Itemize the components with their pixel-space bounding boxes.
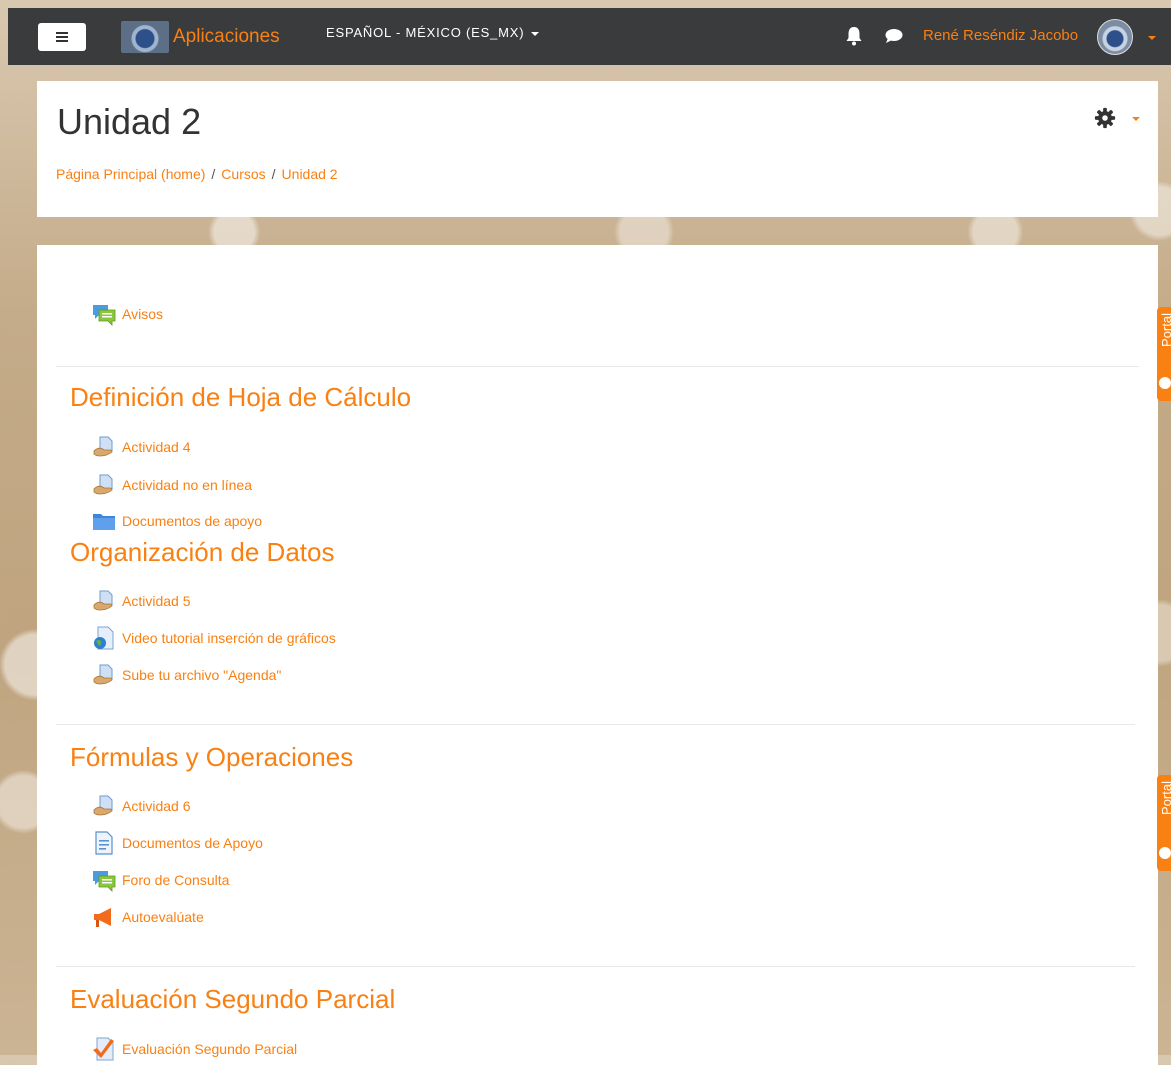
- activity-label: Actividad 4: [122, 439, 191, 455]
- folder-icon: [92, 509, 116, 533]
- activity-forum[interactable]: Foro de Consulta: [92, 868, 229, 892]
- assignment-icon: [92, 589, 116, 613]
- assignment-icon: [92, 663, 116, 687]
- bell-icon[interactable]: [846, 26, 862, 46]
- language-label: ESPAÑOL - MÉXICO (ES_MX): [326, 25, 525, 40]
- activity-folder[interactable]: Documentos de apoyo: [92, 509, 262, 533]
- quiz-icon: [92, 1037, 116, 1061]
- forum-icon: [92, 302, 116, 326]
- activity-quiz[interactable]: Evaluación Segundo Parcial: [92, 1037, 297, 1061]
- activity-label: Documentos de apoyo: [122, 513, 263, 529]
- url-icon: [92, 626, 116, 650]
- gear-icon[interactable]: [1094, 107, 1116, 129]
- activity-label: Sube tu archivo "Agenda": [122, 667, 282, 683]
- activity-url[interactable]: Video tutorial inserción de gráficos: [92, 626, 336, 650]
- activity-assignment[interactable]: Actividad no en línea: [92, 473, 252, 497]
- page-icon: [92, 831, 116, 855]
- forum-icon: [92, 868, 116, 892]
- activity-page[interactable]: Documentos de Apoyo: [92, 831, 263, 855]
- activity-feedback[interactable]: Autoevalúate: [92, 905, 204, 929]
- feedback-icon: [92, 905, 116, 929]
- section-title[interactable]: Organización de Datos: [70, 537, 334, 568]
- drawer-toggle-button[interactable]: [38, 23, 86, 51]
- portal-icon: [1159, 377, 1171, 389]
- activity-label: Avisos: [122, 306, 163, 322]
- breadcrumb-home[interactable]: Página Principal (home): [56, 166, 205, 182]
- activity-assignment[interactable]: Actividad 4: [92, 435, 190, 459]
- section-divider: [56, 366, 1139, 367]
- navbar: Aplicaciones ESPAÑOL - MÉXICO (ES_MX) Re…: [8, 8, 1171, 65]
- breadcrumb-courses[interactable]: Cursos: [221, 166, 265, 182]
- breadcrumb: Página Principal (home) / Cursos / Unidad 2: [56, 166, 338, 182]
- activity-label: Actividad 5: [122, 593, 191, 609]
- portal-tab-label: Portal: [1159, 781, 1171, 815]
- assignment-icon: [92, 794, 116, 818]
- activity-label: Autoevalúate: [122, 909, 204, 925]
- section-title[interactable]: Evaluación Segundo Parcial: [70, 984, 395, 1015]
- activity-assignment[interactable]: Actividad 6: [92, 794, 190, 818]
- section-divider: [56, 724, 1135, 725]
- site-brand-link[interactable]: Aplicaciones: [121, 21, 280, 53]
- course-content: Avisos Definición de Hoja de Cálculo Act…: [37, 245, 1158, 1065]
- site-logo: [121, 21, 169, 53]
- caret-down-icon: [531, 31, 540, 36]
- activity-label: Actividad no en línea: [122, 477, 252, 493]
- assignment-icon: [92, 473, 116, 497]
- section-title[interactable]: Fórmulas y Operaciones: [70, 742, 353, 773]
- hamburger-icon: [56, 32, 68, 42]
- user-menu-name[interactable]: René Reséndiz Jacobo: [923, 27, 1078, 44]
- activity-label: Video tutorial inserción de gráficos: [122, 630, 336, 646]
- site-name: Aplicaciones: [173, 26, 280, 47]
- user-menu-caret-icon[interactable]: [1148, 36, 1156, 40]
- activity-assignment[interactable]: Actividad 5: [92, 589, 190, 613]
- assignment-icon: [92, 435, 116, 459]
- portal-icon: [1159, 847, 1171, 859]
- portal-side-tab[interactable]: Portal: [1157, 775, 1171, 871]
- section-divider: [56, 966, 1135, 967]
- page-header: Unidad 2 Página Principal (home) / Cursos /…: [37, 81, 1158, 217]
- breadcrumb-current[interactable]: Unidad 2: [282, 166, 338, 182]
- portal-side-tab[interactable]: Portal: [1157, 307, 1171, 401]
- activity-label: Actividad 6: [122, 798, 191, 814]
- activity-label: Foro de Consulta: [122, 872, 230, 888]
- chat-icon[interactable]: [885, 28, 903, 44]
- portal-tab-label: Portal: [1159, 313, 1171, 347]
- page-title: Unidad 2: [57, 101, 202, 142]
- language-menu[interactable]: ESPAÑOL - MÉXICO (ES_MX): [326, 25, 540, 40]
- activity-assignment[interactable]: Sube tu archivo "Agenda": [92, 663, 281, 687]
- activity-label: Documentos de Apoyo: [122, 835, 263, 851]
- activity-forum[interactable]: Avisos: [92, 302, 163, 326]
- user-avatar[interactable]: [1097, 19, 1133, 55]
- section-title[interactable]: Definición de Hoja de Cálculo: [70, 382, 411, 413]
- settings-caret-icon[interactable]: [1132, 117, 1140, 121]
